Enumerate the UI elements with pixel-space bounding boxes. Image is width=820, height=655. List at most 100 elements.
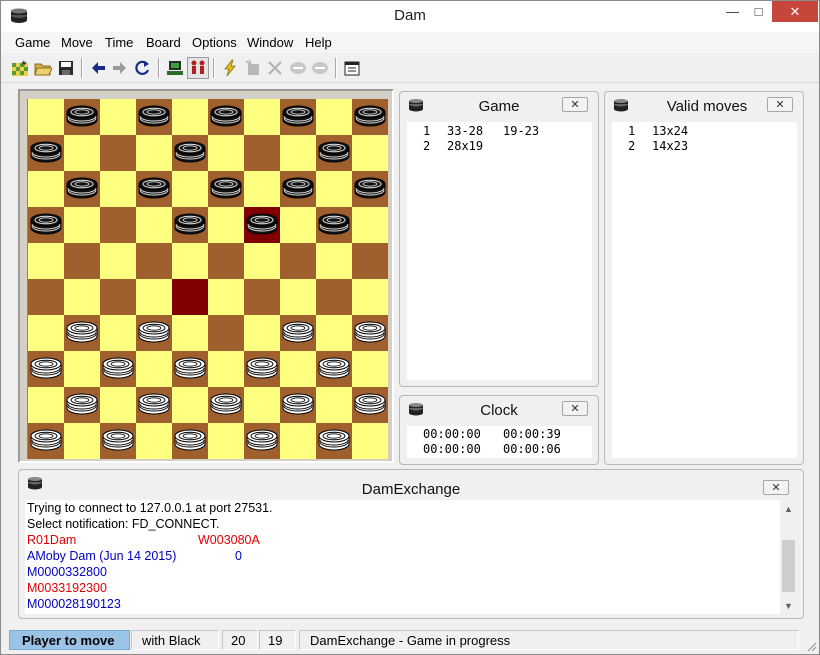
- board-square[interactable]: [64, 207, 100, 243]
- valid-moves-panel-close-button[interactable]: ✕: [767, 97, 793, 112]
- board-square[interactable]: [244, 243, 280, 279]
- board-square[interactable]: [136, 207, 172, 243]
- white-piece[interactable]: [101, 356, 135, 380]
- black-piece[interactable]: [281, 104, 315, 128]
- board-square[interactable]: [28, 351, 64, 387]
- valid-moves-list[interactable]: 1 13x24 2 14x23: [612, 122, 797, 458]
- board-square[interactable]: [100, 171, 136, 207]
- board-square[interactable]: [244, 387, 280, 423]
- board-square[interactable]: [28, 423, 64, 459]
- board-square[interactable]: [64, 315, 100, 351]
- properties-icon[interactable]: [341, 57, 363, 79]
- white-piece[interactable]: [317, 428, 351, 452]
- board-square[interactable]: [208, 99, 244, 135]
- clock-panel-close-button[interactable]: ✕: [562, 401, 588, 416]
- black-piece[interactable]: [173, 140, 207, 164]
- board-square[interactable]: [316, 243, 352, 279]
- board-square[interactable]: [244, 423, 280, 459]
- white-piece[interactable]: [173, 428, 207, 452]
- dam-exchange-log[interactable]: Trying to connect to 127.0.0.1 at port 2…: [25, 500, 797, 614]
- board-square[interactable]: [136, 279, 172, 315]
- board-square[interactable]: [280, 387, 316, 423]
- maximize-button[interactable]: □: [745, 1, 772, 22]
- lightning-icon[interactable]: [219, 57, 241, 79]
- black-piece[interactable]: [245, 212, 279, 236]
- board-square[interactable]: [64, 279, 100, 315]
- board-square[interactable]: [352, 207, 388, 243]
- board-square[interactable]: [316, 315, 352, 351]
- minus-disc2-icon[interactable]: [309, 57, 331, 79]
- board-square[interactable]: [100, 243, 136, 279]
- players-icon[interactable]: [187, 57, 209, 79]
- board-square[interactable]: [352, 171, 388, 207]
- menu-options[interactable]: Options: [192, 35, 237, 50]
- black-piece[interactable]: [65, 104, 99, 128]
- board-square[interactable]: [208, 423, 244, 459]
- board-square[interactable]: [316, 99, 352, 135]
- black-piece[interactable]: [317, 212, 351, 236]
- board-square[interactable]: [280, 135, 316, 171]
- dam-exchange-close-button[interactable]: ✕: [763, 480, 789, 495]
- board-square[interactable]: [244, 171, 280, 207]
- board-square[interactable]: [352, 387, 388, 423]
- board-square[interactable]: [244, 351, 280, 387]
- white-piece[interactable]: [65, 392, 99, 416]
- board-square[interactable]: [352, 423, 388, 459]
- board-square[interactable]: [280, 207, 316, 243]
- board-square[interactable]: [136, 423, 172, 459]
- board-square[interactable]: [172, 99, 208, 135]
- board-square[interactable]: [352, 351, 388, 387]
- white-piece[interactable]: [281, 320, 315, 344]
- stop-icon[interactable]: [242, 57, 264, 79]
- resize-grip-icon[interactable]: [805, 640, 817, 652]
- board-square[interactable]: [64, 243, 100, 279]
- board-square[interactable]: [28, 243, 64, 279]
- board-square[interactable]: [28, 171, 64, 207]
- board-square[interactable]: [352, 99, 388, 135]
- white-piece[interactable]: [353, 392, 387, 416]
- board-square[interactable]: [172, 279, 208, 315]
- board-square[interactable]: [100, 423, 136, 459]
- black-piece[interactable]: [317, 140, 351, 164]
- board-square[interactable]: [280, 351, 316, 387]
- close-button[interactable]: ✕: [772, 1, 818, 22]
- board-square[interactable]: [136, 387, 172, 423]
- board-square[interactable]: [100, 207, 136, 243]
- game-panel-close-button[interactable]: ✕: [562, 97, 588, 112]
- board-square[interactable]: [172, 423, 208, 459]
- white-piece[interactable]: [245, 428, 279, 452]
- board-square[interactable]: [28, 315, 64, 351]
- cross-icon[interactable]: [264, 57, 286, 79]
- board-square[interactable]: [280, 171, 316, 207]
- board-square[interactable]: [208, 171, 244, 207]
- board-square[interactable]: [136, 351, 172, 387]
- board-square[interactable]: [280, 315, 316, 351]
- black-piece[interactable]: [29, 140, 63, 164]
- scroll-thumb[interactable]: [782, 540, 795, 592]
- white-piece[interactable]: [137, 320, 171, 344]
- board-square[interactable]: [172, 351, 208, 387]
- board-square[interactable]: [136, 243, 172, 279]
- menu-board[interactable]: Board: [146, 35, 181, 50]
- black-piece[interactable]: [137, 176, 171, 200]
- board-square[interactable]: [100, 387, 136, 423]
- black-piece[interactable]: [353, 176, 387, 200]
- white-piece[interactable]: [65, 320, 99, 344]
- menu-help[interactable]: Help: [305, 35, 332, 50]
- black-piece[interactable]: [353, 104, 387, 128]
- board-square[interactable]: [244, 99, 280, 135]
- log-scrollbar[interactable]: ▲ ▼: [780, 500, 797, 614]
- black-piece[interactable]: [173, 212, 207, 236]
- board-square[interactable]: [316, 171, 352, 207]
- board-square[interactable]: [28, 387, 64, 423]
- board-square[interactable]: [64, 171, 100, 207]
- board-square[interactable]: [100, 99, 136, 135]
- board-square[interactable]: [208, 387, 244, 423]
- board-square[interactable]: [172, 243, 208, 279]
- board-square[interactable]: [316, 351, 352, 387]
- scroll-up-icon[interactable]: ▲: [780, 500, 797, 517]
- board-square[interactable]: [208, 243, 244, 279]
- black-piece[interactable]: [209, 176, 243, 200]
- black-piece[interactable]: [29, 212, 63, 236]
- board-square[interactable]: [208, 279, 244, 315]
